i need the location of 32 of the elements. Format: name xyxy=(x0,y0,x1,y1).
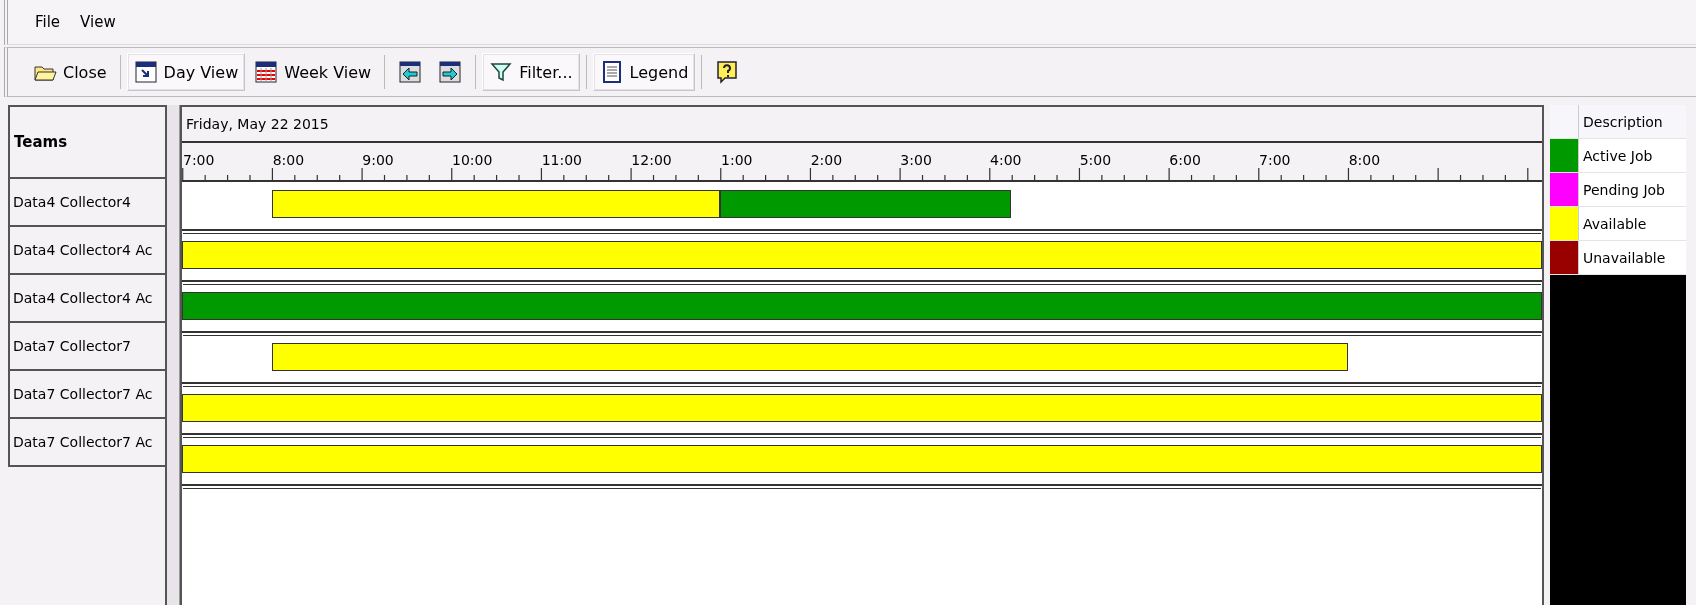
help-icon xyxy=(715,60,740,84)
calendar-icon xyxy=(254,60,279,84)
hour-label: 7:00 xyxy=(1259,152,1291,168)
calendar-icon xyxy=(133,60,158,84)
menu-item[interactable]: File xyxy=(32,11,64,33)
hour-label: 11:00 xyxy=(541,152,583,168)
splitter[interactable] xyxy=(165,105,180,605)
date-label: Friday, May 22 2015 xyxy=(182,107,1542,143)
hour-label: 3:00 xyxy=(900,152,932,168)
legend-label: Active Job xyxy=(1582,146,1653,166)
funnel-icon xyxy=(489,60,514,84)
legend-label: Available xyxy=(1582,214,1647,234)
hour-label: 1:00 xyxy=(721,152,753,168)
hour-label: 6:00 xyxy=(1169,152,1201,168)
week-view-button[interactable]: Week View xyxy=(247,53,379,91)
day-view-button[interactable]: Day View xyxy=(126,53,246,91)
close-button[interactable]: Close xyxy=(26,53,114,91)
hour-label: 4:00 xyxy=(990,152,1022,168)
legend-button[interactable]: Legend xyxy=(592,53,696,91)
column-header: Description xyxy=(1582,112,1663,132)
hour-label: 9:00 xyxy=(362,152,394,168)
hour-label: 5:00 xyxy=(1079,152,1112,168)
legend-label: Pending Job xyxy=(1582,180,1665,200)
hour-label: 8:00 xyxy=(272,152,305,168)
filter-button[interactable]: Filter... xyxy=(482,53,580,91)
legend-label: Unavailable xyxy=(1582,248,1666,268)
hour-label: 12:00 xyxy=(631,152,672,168)
hour-label: 8:00 xyxy=(1348,152,1381,168)
hour-label: 10:00 xyxy=(452,152,493,168)
hour-label: 7:00 xyxy=(183,152,215,168)
hour-label: 2:00 xyxy=(810,152,843,168)
menu-item[interactable]: View xyxy=(77,11,119,33)
